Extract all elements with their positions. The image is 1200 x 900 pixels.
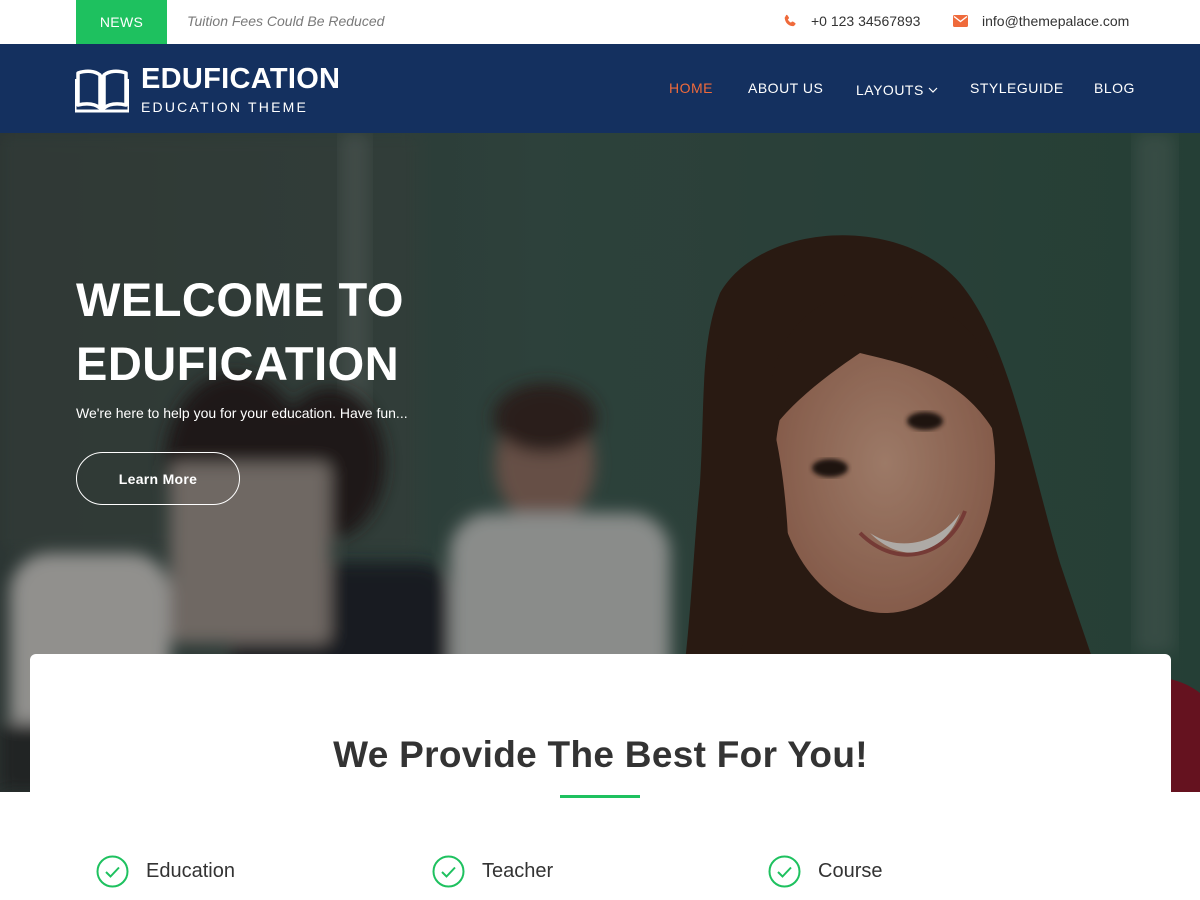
feature-item-education[interactable]: Education — [96, 855, 235, 888]
envelope-icon — [953, 15, 968, 27]
services-section: We Provide The Best For You! Education T… — [30, 654, 1171, 900]
phone-icon — [784, 14, 796, 27]
check-circle-icon — [768, 855, 801, 888]
check-circle-icon — [96, 855, 129, 888]
hero-subtitle: We're here to help you for your educatio… — [76, 405, 408, 421]
nav-item-blog[interactable]: BLOG — [1094, 80, 1135, 96]
feature-item-course[interactable]: Course — [768, 855, 882, 888]
check-circle-icon — [432, 855, 465, 888]
services-heading: We Provide The Best For You! — [333, 734, 868, 775]
feature-label: Teacher — [482, 860, 554, 882]
hero-title: WELCOME TO EDUFICATION — [76, 268, 496, 396]
contact-email: info@themepalace.com — [953, 13, 1129, 29]
feature-label: Education — [146, 860, 235, 882]
contact-phone: +0 123 34567893 — [783, 13, 920, 29]
news-ticker-headline[interactable]: Tuition Fees Could Be Reduced — [187, 13, 384, 29]
feature-item-teacher[interactable]: Teacher — [432, 855, 553, 888]
hero-title-line-2: EDUFICATION — [76, 337, 400, 390]
news-badge: NEWS — [76, 0, 167, 44]
nav-item-layouts-label: LAYOUTS — [856, 82, 924, 98]
learn-more-button[interactable]: Learn More — [76, 452, 240, 505]
feature-label: Course — [818, 860, 883, 882]
nav-item-styleguide[interactable]: STYLEGUIDE — [970, 80, 1064, 96]
email-address[interactable]: info@themepalace.com — [982, 13, 1129, 29]
chevron-down-icon — [928, 80, 938, 96]
hero-title-line-1: WELCOME TO — [76, 273, 404, 326]
nav-item-layouts[interactable]: LAYOUTS — [856, 80, 938, 98]
main-navigation: HOME ABOUT US LAYOUTS STYLEGUIDE BLOG — [0, 80, 1200, 100]
nav-item-about-us[interactable]: ABOUT US — [748, 80, 823, 96]
site-tagline: EDUCATION THEME — [141, 99, 309, 115]
heading-divider — [560, 795, 640, 798]
top-bar: NEWS Tuition Fees Could Be Reduced +0 12… — [0, 0, 1200, 44]
nav-item-home[interactable]: HOME — [669, 80, 713, 96]
phone-number[interactable]: +0 123 34567893 — [811, 13, 920, 29]
site-header: EDUFICATION EDUCATION THEME HOME ABOUT U… — [0, 44, 1200, 133]
